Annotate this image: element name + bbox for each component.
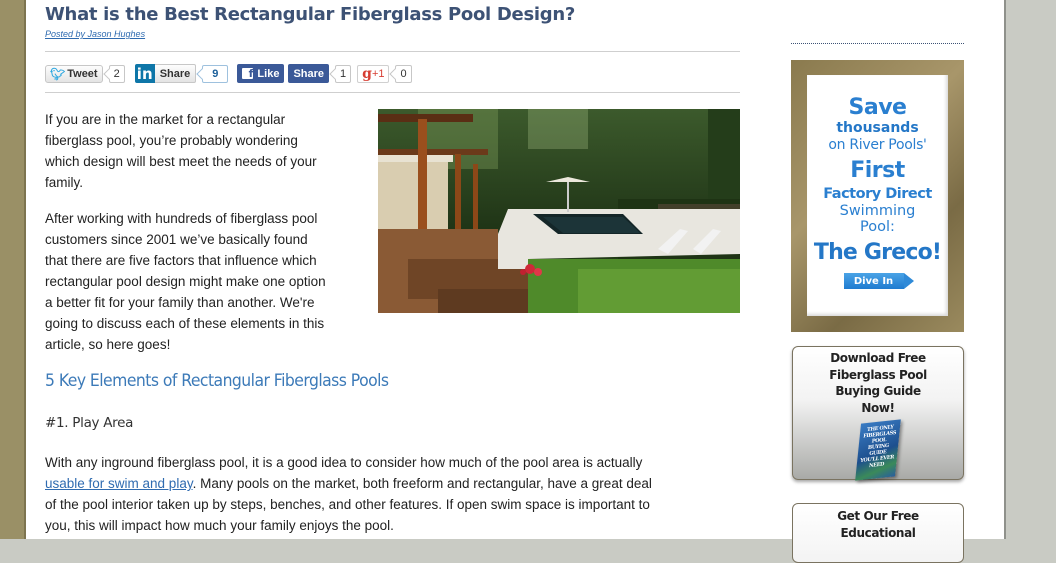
text-line: which design will best meet the needs of…	[45, 154, 317, 169]
google-plus-label: +1	[371, 67, 385, 80]
facebook-like-label: Like	[257, 67, 280, 80]
linkedin-icon: in	[134, 64, 155, 83]
social-share-bar: 🐦︎ Tweet 2 in Share 9 f Like Share 1 g +…	[45, 63, 412, 84]
text-line: After working with hundreds of fiberglas…	[45, 211, 318, 226]
facebook-like-button[interactable]: f Like	[237, 64, 285, 83]
facebook-icon: f	[242, 68, 254, 79]
guide-line: Download Free	[830, 351, 926, 365]
text-line: you, this will impact how much your fami…	[45, 518, 394, 533]
divider-top	[45, 51, 740, 52]
text-line: family.	[45, 175, 84, 190]
linkedin-share-label: Share	[154, 64, 197, 83]
tweet-count: 2	[108, 64, 125, 83]
google-plus-icon: g	[362, 65, 372, 82]
twitter-bird-icon: 🐦︎	[50, 66, 66, 81]
linkedin-count: 9	[202, 64, 229, 83]
text-line: customers since 2001 we’ve basically fou…	[45, 232, 308, 247]
ad-line-save: Save	[848, 95, 907, 120]
intro-paragraph-2: After working with hundreds of fiberglas…	[45, 208, 326, 355]
facebook-count: 1	[335, 64, 352, 83]
guide-line: Now!	[861, 400, 895, 415]
greco-pool-ad[interactable]: Save thousands on River Pools' First Fac…	[791, 60, 964, 332]
ad-line-swimming: Swimming	[839, 203, 916, 219]
body-paragraph: With any inground fiberglass pool, it is…	[45, 452, 745, 536]
sidebar-divider	[791, 43, 964, 44]
ad-line-river-pools: on River Pools'	[828, 137, 927, 153]
dive-in-button[interactable]: Dive In	[843, 273, 914, 289]
pool-photo-illustration	[378, 109, 740, 313]
text-line: rectangular pool design might make one o…	[45, 274, 326, 289]
text-line: fiberglass pool, you’re probably wonderi…	[45, 133, 298, 148]
intro-paragraph-1: If you are in the market for a rectangul…	[45, 109, 317, 193]
tweet-label: Tweet	[67, 67, 98, 80]
ad-line-pool: Pool:	[860, 219, 895, 235]
divider-bottom	[45, 92, 740, 93]
text-line: article, so here goes!	[45, 337, 171, 352]
page-left-background	[0, 0, 26, 539]
guide2-line: Get Our Free	[837, 509, 919, 523]
text-line: of the pool interior taken up by steps, …	[45, 497, 650, 512]
google-plus-count: 0	[395, 64, 412, 83]
buying-guide-download-button[interactable]: Download Free Fiberglass Pool Buying Gui…	[792, 346, 964, 481]
section-heading: 5 Key Elements of Rectangular Fiberglass…	[45, 371, 389, 391]
guide-line: Fiberglass Pool	[829, 367, 927, 382]
usable-swim-play-link[interactable]: usable for swim and play	[45, 476, 193, 491]
facebook-share-button[interactable]: Share	[288, 64, 330, 83]
text-line: a better fit for your family than anothe…	[45, 295, 315, 310]
guide-book-cover-image: THE ONLY FIBERGLASS POOL BUYING GUIDE YO…	[855, 419, 901, 481]
pool-photo	[378, 109, 740, 313]
text-line: going to discuss each of these elements …	[45, 316, 325, 331]
author-link[interactable]: Posted by Jason Hughes	[45, 29, 145, 39]
text-line: that there are five factors that influen…	[45, 253, 317, 268]
text-line: If you are in the market for a rectangul…	[45, 112, 286, 127]
ad-line-thousands: thousands	[836, 120, 919, 136]
educational-offer-button[interactable]: Get Our Free Educational	[792, 503, 964, 563]
guide-line: Buying Guide	[835, 384, 921, 398]
linkedin-share-button[interactable]: in Share	[134, 64, 197, 83]
text-line: With any inground fiberglass pool, it is…	[45, 455, 643, 470]
text-line: usable for swim and play. Many pools on …	[45, 473, 745, 494]
text-segment: . Many pools on the market, both freefor…	[192, 476, 652, 491]
ad-line-factory-direct: Factory Direct	[823, 186, 932, 202]
ad-content: Save thousands on River Pools' First Fac…	[807, 75, 948, 316]
google-plus-button[interactable]: g +1	[357, 64, 390, 83]
subheading-play-area: #1. Play Area	[45, 415, 134, 431]
ad-line-first: First	[850, 158, 905, 183]
ad-line-greco: The Greco!	[813, 240, 942, 265]
article-title: What is the Best Rectangular Fiberglass …	[45, 4, 575, 25]
tweet-button[interactable]: 🐦︎ Tweet	[45, 64, 103, 83]
